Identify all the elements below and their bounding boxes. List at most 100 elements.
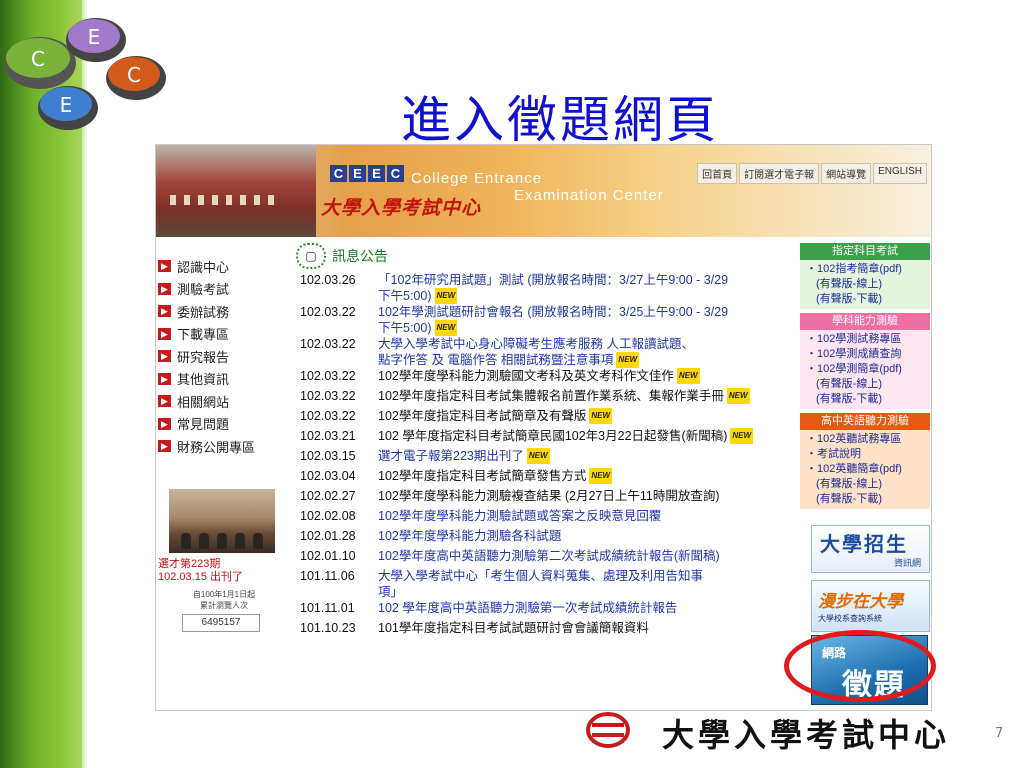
left-nav-label: 財務公開專區 [177,439,256,455]
highlight-circle [784,630,936,702]
college-search-ad[interactable]: 漫步在大學 大學校系查詢系統 [811,580,930,632]
side-box-header[interactable]: 指定科目考試 [800,243,930,260]
new-badge-icon: NEW [434,288,458,304]
page-number: 7 [995,726,1004,741]
news-date: 102.03.22 [300,409,356,423]
news-header: ▢ 訊息公告 [296,243,388,269]
news-item[interactable]: 下午5:00) NEW [300,288,800,304]
news-text[interactable]: 102學年度高中英語聽力測驗第二次考試成績統計報告(新聞稿) [378,548,720,564]
left-nav-label: 委辦試務 [177,304,230,320]
news-text[interactable]: 點字作答 及 電腦作答 相關試務暨注意事項 [378,352,613,368]
news-item[interactable]: 102.03.04 102學年度指定科目考試簡章發售方式 NEW [300,468,800,484]
news-text[interactable]: 101學年度指定科目考試試題研討會會議簡報資料 [378,620,649,636]
side-box-link[interactable]: (有聲版-線上) [806,377,926,392]
left-nav-label: 下載專區 [177,327,230,343]
site-name-cn: 大學入學考試中心 [321,198,482,219]
side-box-header[interactable]: 學科能力測驗 [800,313,930,330]
top-nav-subscribe[interactable]: 訂閱選才電子報 [739,163,820,184]
newsletter-caption-2[interactable]: 102.03.15 出刊了 [158,568,243,584]
news-date: 102.03.22 [300,337,356,351]
side-box-link[interactable]: ・102指考簡章(pdf) [806,262,926,277]
nav-arrow-icon: ▶ [158,260,171,273]
ceec-letter: E [368,165,385,182]
left-nav-item[interactable]: ▶ 財務公開專區 [158,435,288,458]
news-item[interactable]: 101.11.06 大學入學考試中心「考生個人資料蒐集、處理及利用告知事 [300,568,800,584]
news-text[interactable]: 大學入學考試中心身心障礙考生應考服務 人工報讀試題、 [378,336,694,352]
news-item[interactable]: 102.03.22 102學年度學科能力測驗國文考科及英文考科作文佳作 NEW [300,368,800,384]
college-admission-ad[interactable]: 大學招生 資訊網 [811,525,930,573]
news-text[interactable]: 102 學年度指定科目考試簡章民國102年3月22日起發售(新聞稿) [378,428,727,444]
news-text[interactable]: 下午5:00) [378,320,432,336]
side-box-link[interactable]: (有聲版-線上) [806,477,926,492]
news-item[interactable]: 102.02.27 102學年度學科能力測驗複查結果 (2月27日上午11時開放查… [300,488,800,504]
news-item[interactable]: 101.11.01 102 學年度高中英語聽力測驗第一次考試成績統計報告 [300,600,800,616]
nav-arrow-icon: ▶ [158,395,171,408]
news-item[interactable]: 102.03.15 選才電子報第223期出刊了 NEW [300,448,800,464]
side-box-link[interactable]: ・102英聽簡章(pdf) [806,462,926,477]
side-box-link[interactable]: ・102學測成績查詢 [806,347,926,362]
nav-arrow-icon: ▶ [158,440,171,453]
left-nav-item[interactable]: ▶ 下載專區 [158,323,288,346]
side-box: 學科能力測驗 ・102學測試務專區 ・102學測成績查詢 ・102學測簡章(pdf)(… [800,313,930,409]
news-date: 101.10.23 [300,621,356,635]
nav-arrow-icon: ▶ [158,350,171,363]
news-item[interactable]: 102.03.22 102學年度指定科目考試簡章及有聲版 NEW [300,408,800,424]
side-box-link[interactable]: ・考試說明 [806,447,926,462]
side-box-link[interactable]: (有聲版-下載) [806,292,926,307]
news-text[interactable]: 下午5:00) [378,288,432,304]
news-text[interactable]: 選才電子報第223期出刊了 [378,448,524,464]
news-text[interactable]: 102學年度學科能力測驗試題或答案之反映意見回覆 [378,508,661,524]
new-badge-icon: NEW [589,408,613,424]
news-text[interactable]: 102年學測試題研討會報名 (開放報名時間：3/25上午9:00 - 3/29 [378,304,728,320]
news-text[interactable]: 102學年度指定科目考試集體報名前置作業系統、集報作業手冊 [378,388,724,404]
news-item[interactable]: 102.03.22 大學入學考試中心身心障礙考生應考服務 人工報讀試題、 [300,336,800,352]
left-nav-label: 常見問題 [177,417,230,433]
left-nav-item[interactable]: ▶ 委辦試務 [158,300,288,323]
news-item[interactable]: 102.01.28 102學年度學科能力測驗各科試題 [300,528,800,544]
news-list: 102.03.26 「102年研究用試題」測試 (開放報名時間：3/27上午9:0… [300,272,800,640]
news-item[interactable]: 102.03.21 102 學年度指定科目考試簡章民國102年3月22日起發售(新… [300,428,800,444]
side-box-link[interactable]: ・102學測試務專區 [806,332,926,347]
left-nav-item[interactable]: ▶ 認識中心 [158,255,288,278]
left-nav-item[interactable]: ▶ 常見問題 [158,413,288,436]
top-nav-sitemap[interactable]: 網站導覽 [821,163,872,184]
news-text[interactable]: 102學年度學科能力測驗複查結果 (2月27日上午11時開放查詢) [378,488,720,504]
news-text[interactable]: 102 學年度高中英語聽力測驗第一次考試成績統計報告 [378,600,677,616]
side-box-link[interactable]: ・102學測簡章(pdf) [806,362,926,377]
news-date: 102.01.10 [300,549,356,563]
left-nav-item[interactable]: ▶ 相關網站 [158,390,288,413]
side-box-link[interactable]: ・102英聽試務專區 [806,432,926,447]
new-badge-icon: NEW [676,368,700,384]
college-admission-sub: 資訊網 [893,558,921,568]
side-box-header[interactable]: 高中英語聽力測驗 [800,413,930,430]
news-item[interactable]: 102.03.22 102年學測試題研討會報名 (開放報名時間：3/25上午9:0… [300,304,800,320]
news-item[interactable]: 102.03.26 「102年研究用試題」測試 (開放報名時間：3/27上午9:0… [300,272,800,288]
news-item[interactable]: 102.02.08 102學年度學科能力測驗試題或答案之反映意見回覆 [300,508,800,524]
news-text[interactable]: 102學年度學科能力測驗各科試題 [378,528,561,544]
side-box-link[interactable]: (有聲版-下載) [806,492,926,507]
news-item[interactable]: 下午5:00) NEW [300,320,800,336]
left-nav-item[interactable]: ▶ 測驗考試 [158,278,288,301]
news-item[interactable]: 102.03.22 102學年度指定科目考試集體報名前置作業系統、集報作業手冊 NE… [300,388,800,404]
news-text[interactable]: 102學年度指定科目考試簡章發售方式 [378,468,586,484]
news-text[interactable]: 「102年研究用試題」測試 (開放報名時間：3/27上午9:00 - 3/29 [378,272,728,288]
top-nav-home[interactable]: 回首頁 [697,163,738,184]
news-text[interactable]: 大學入學考試中心「考生個人資料蒐集、處理及利用告知事 [378,568,703,584]
left-nav-label: 相關網站 [177,394,230,410]
news-item[interactable]: 102.01.10 102學年度高中英語聽力測驗第二次考試成績統計報告(新聞稿) [300,548,800,564]
ceec-letter: E [349,165,366,182]
news-item[interactable]: 點字作答 及 電腦作答 相關試務暨注意事項 NEW [300,352,800,368]
left-nav-label: 研究報告 [177,349,230,365]
news-date: 102.03.22 [300,305,356,319]
side-box-link[interactable]: (有聲版-線上) [806,277,926,292]
news-text[interactable]: 102學年度指定科目考試簡章及有聲版 [378,408,586,424]
news-text[interactable]: 項」 [378,584,403,600]
side-box-link[interactable]: (有聲版-下載) [806,392,926,407]
news-item[interactable]: 項」 [300,584,800,600]
left-nav-item[interactable]: ▶ 其他資訊 [158,368,288,391]
top-nav-english[interactable]: ENGLISH [873,163,927,184]
news-item[interactable]: 101.10.23 101學年度指定科目考試試題研討會會議簡報資料 [300,620,800,636]
left-nav-item[interactable]: ▶ 研究報告 [158,345,288,368]
meeting-photo[interactable] [169,489,275,553]
news-text[interactable]: 102學年度學科能力測驗國文考科及英文考科作文佳作 [378,368,674,384]
